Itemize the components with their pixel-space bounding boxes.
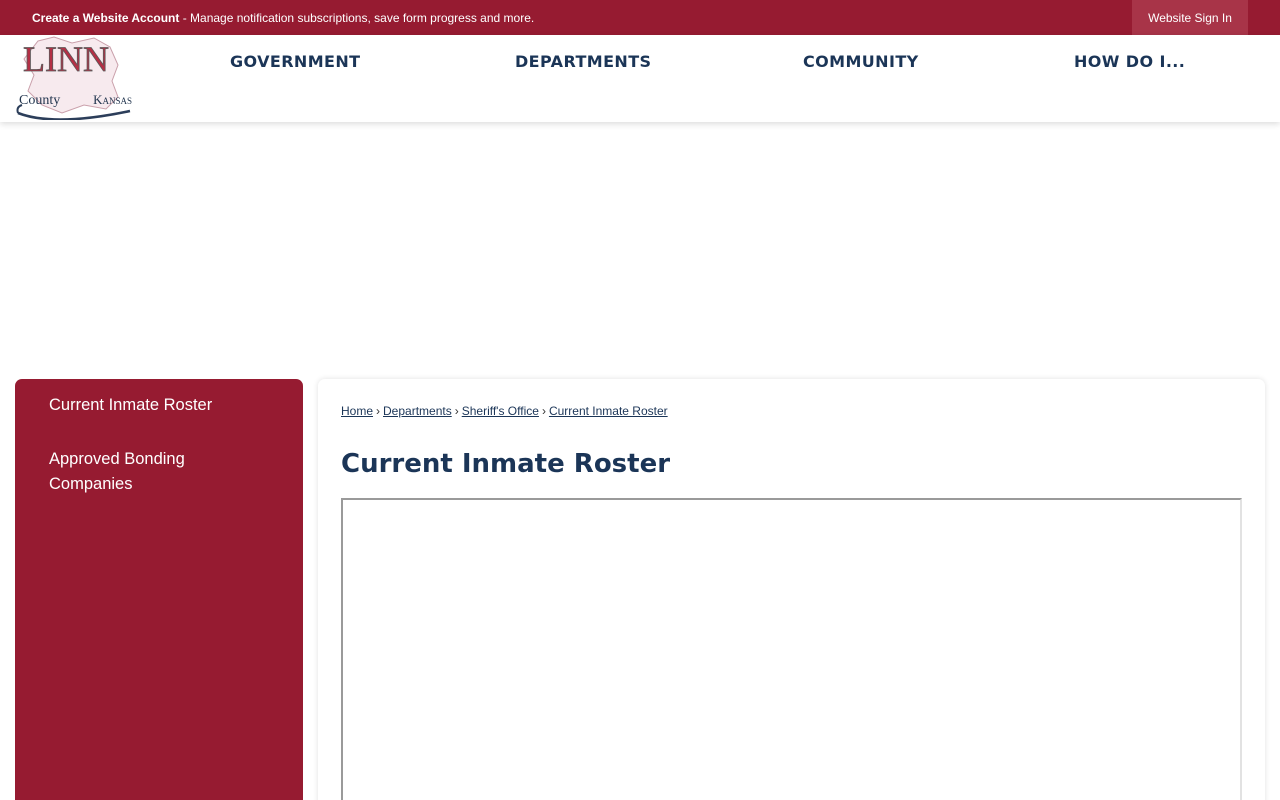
logo-graphic: LINN County Kansas [16, 36, 132, 121]
breadcrumb-separator: › [454, 404, 459, 418]
account-promo-text: - Manage notification subscriptions, sav… [179, 11, 535, 25]
main-content: Home › Departments › Sheriff's Office › Curren… [318, 379, 1265, 800]
breadcrumb-separator: › [376, 404, 381, 418]
breadcrumb-departments[interactable]: Departments [383, 404, 452, 418]
sidebar-nav: Current Inmate Roster Approved Bonding C… [15, 379, 303, 800]
site-header: LINN County Kansas GOVERNMENT DEPARTMENT… [0, 35, 1280, 122]
website-sign-in-button[interactable]: Website Sign In [1132, 0, 1248, 35]
nav-how-do-i[interactable]: HOW DO I... [1074, 52, 1185, 71]
create-account-link[interactable]: Create a Website Account [32, 11, 179, 25]
breadcrumb-current-inmate-roster[interactable]: Current Inmate Roster [549, 404, 668, 418]
nav-community[interactable]: COMMUNITY [803, 52, 919, 71]
sidebar-item-current-inmate-roster[interactable]: Current Inmate Roster [49, 393, 269, 418]
top-utility-bar: Create a Website Account - Manage notifi… [0, 0, 1280, 35]
breadcrumb-sheriffs-office[interactable]: Sheriff's Office [462, 404, 539, 418]
nav-departments[interactable]: DEPARTMENTS [515, 52, 651, 71]
breadcrumb: Home › Departments › Sheriff's Office › Curren… [341, 404, 668, 418]
sidebar-item-approved-bonding-companies[interactable]: Approved Bonding Companies [49, 447, 239, 497]
breadcrumb-home[interactable]: Home [341, 404, 373, 418]
logo-county-text: County [19, 93, 60, 108]
inmate-roster-embed-frame[interactable] [341, 498, 1242, 800]
logo-state-text: Kansas [93, 92, 132, 107]
breadcrumb-separator: › [541, 404, 546, 418]
page-title: Current Inmate Roster [341, 449, 671, 479]
linn-county-kansas-logo[interactable]: LINN County Kansas [14, 35, 136, 121]
logo-linn-text: LINN [23, 39, 109, 79]
account-promo: Create a Website Account - Manage notifi… [32, 11, 534, 25]
nav-government[interactable]: GOVERNMENT [230, 52, 360, 71]
